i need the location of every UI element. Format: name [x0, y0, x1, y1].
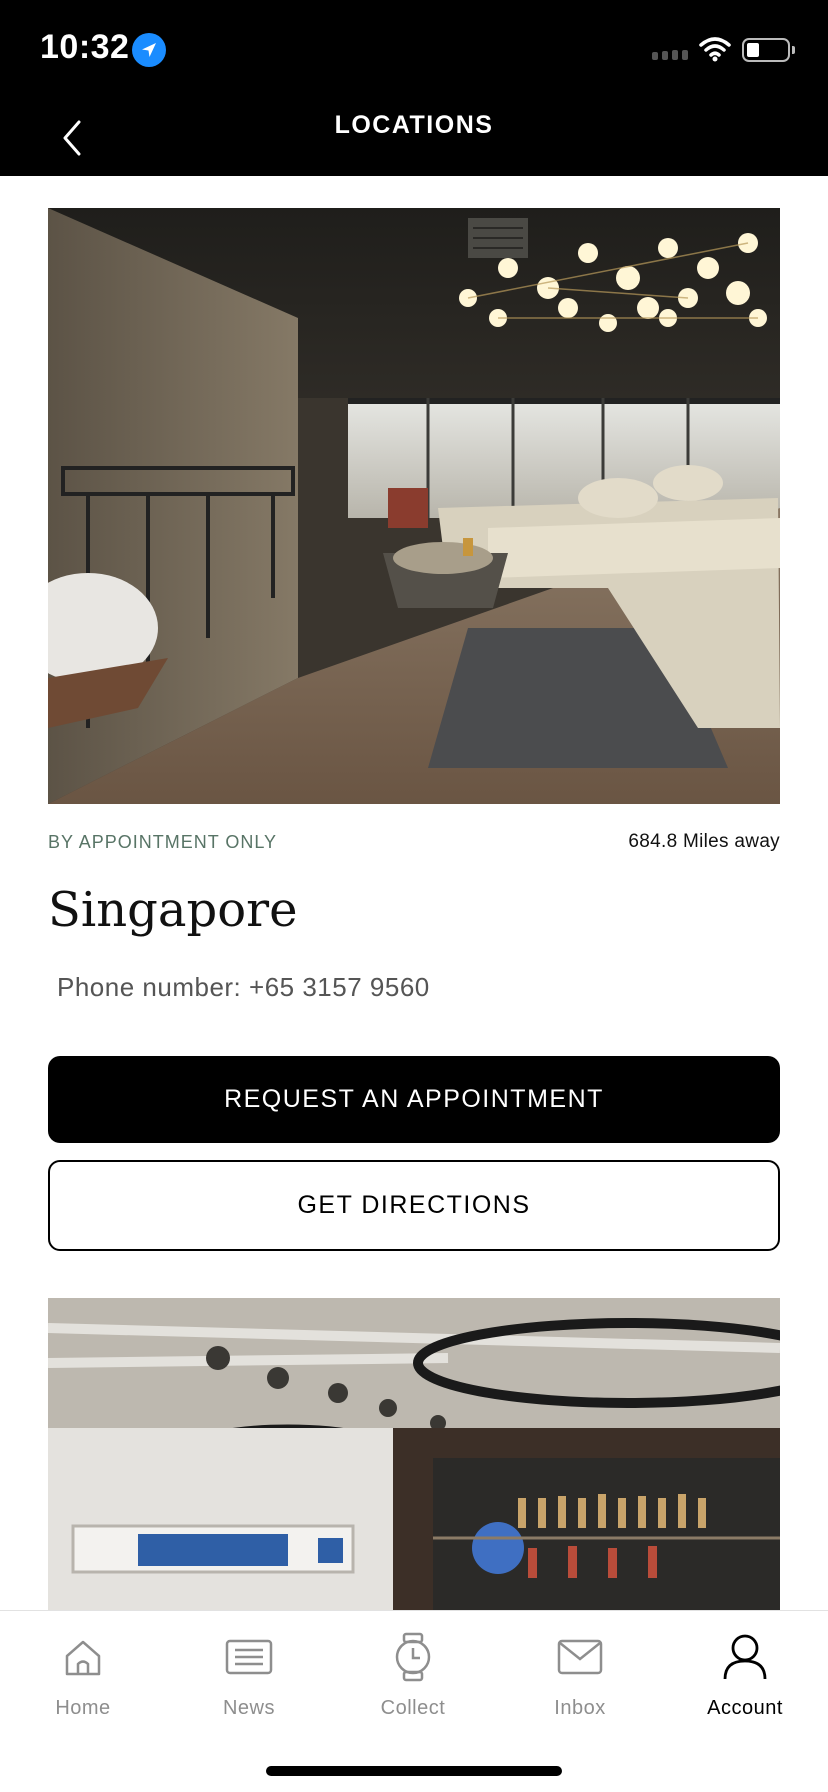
location-arrow-icon: [132, 33, 166, 67]
page-title: LOCATIONS: [0, 100, 828, 176]
tab-home[interactable]: Home: [8, 1631, 158, 1720]
location-detail[interactable]: BY APPOINTMENT ONLY 684.8 Miles away Sin…: [0, 176, 828, 1610]
tab-news[interactable]: News: [174, 1631, 324, 1720]
page-title-text: LOCATIONS: [334, 111, 494, 139]
tab-account-label: Account: [707, 1697, 783, 1719]
tab-news-label: News: [222, 1697, 275, 1719]
tab-inbox-label: Inbox: [554, 1697, 606, 1719]
location-photo: [48, 208, 780, 804]
header: LOCATIONS: [0, 100, 828, 176]
watch-icon: [393, 1631, 433, 1683]
status-time: 10:32: [40, 28, 130, 66]
get-directions-label: GET DIRECTIONS: [297, 1191, 531, 1219]
request-appointment-button[interactable]: REQUEST AN APPOINTMENT: [48, 1056, 780, 1143]
request-appointment-label: REQUEST AN APPOINTMENT: [224, 1085, 604, 1113]
get-directions-button[interactable]: GET DIRECTIONS: [48, 1160, 780, 1251]
location-name: Singapore: [48, 882, 298, 938]
tab-inbox[interactable]: Inbox: [505, 1631, 655, 1720]
cellular-signal-icon: [652, 50, 688, 60]
phone-number[interactable]: Phone number: +65 3157 9560: [57, 972, 430, 1003]
home-icon: [62, 1631, 104, 1683]
appointment-badge: BY APPOINTMENT ONLY: [48, 832, 278, 852]
mail-icon: [557, 1631, 603, 1683]
status-bar: 10:32: [0, 0, 828, 100]
home-indicator: [266, 1766, 562, 1776]
tab-collect[interactable]: Collect: [338, 1631, 488, 1720]
tab-collect-label: Collect: [380, 1697, 446, 1719]
wifi-icon: [698, 36, 732, 67]
distance-label: 684.8 Miles away: [628, 831, 780, 852]
news-icon: [225, 1631, 273, 1683]
tab-home-label: Home: [55, 1697, 111, 1719]
tab-bar: Home News Collect Inbox Account: [0, 1610, 828, 1792]
battery-icon: [742, 38, 795, 62]
tab-account[interactable]: Account: [670, 1631, 820, 1720]
location-photo-secondary: [48, 1298, 780, 1610]
user-icon: [722, 1631, 768, 1683]
